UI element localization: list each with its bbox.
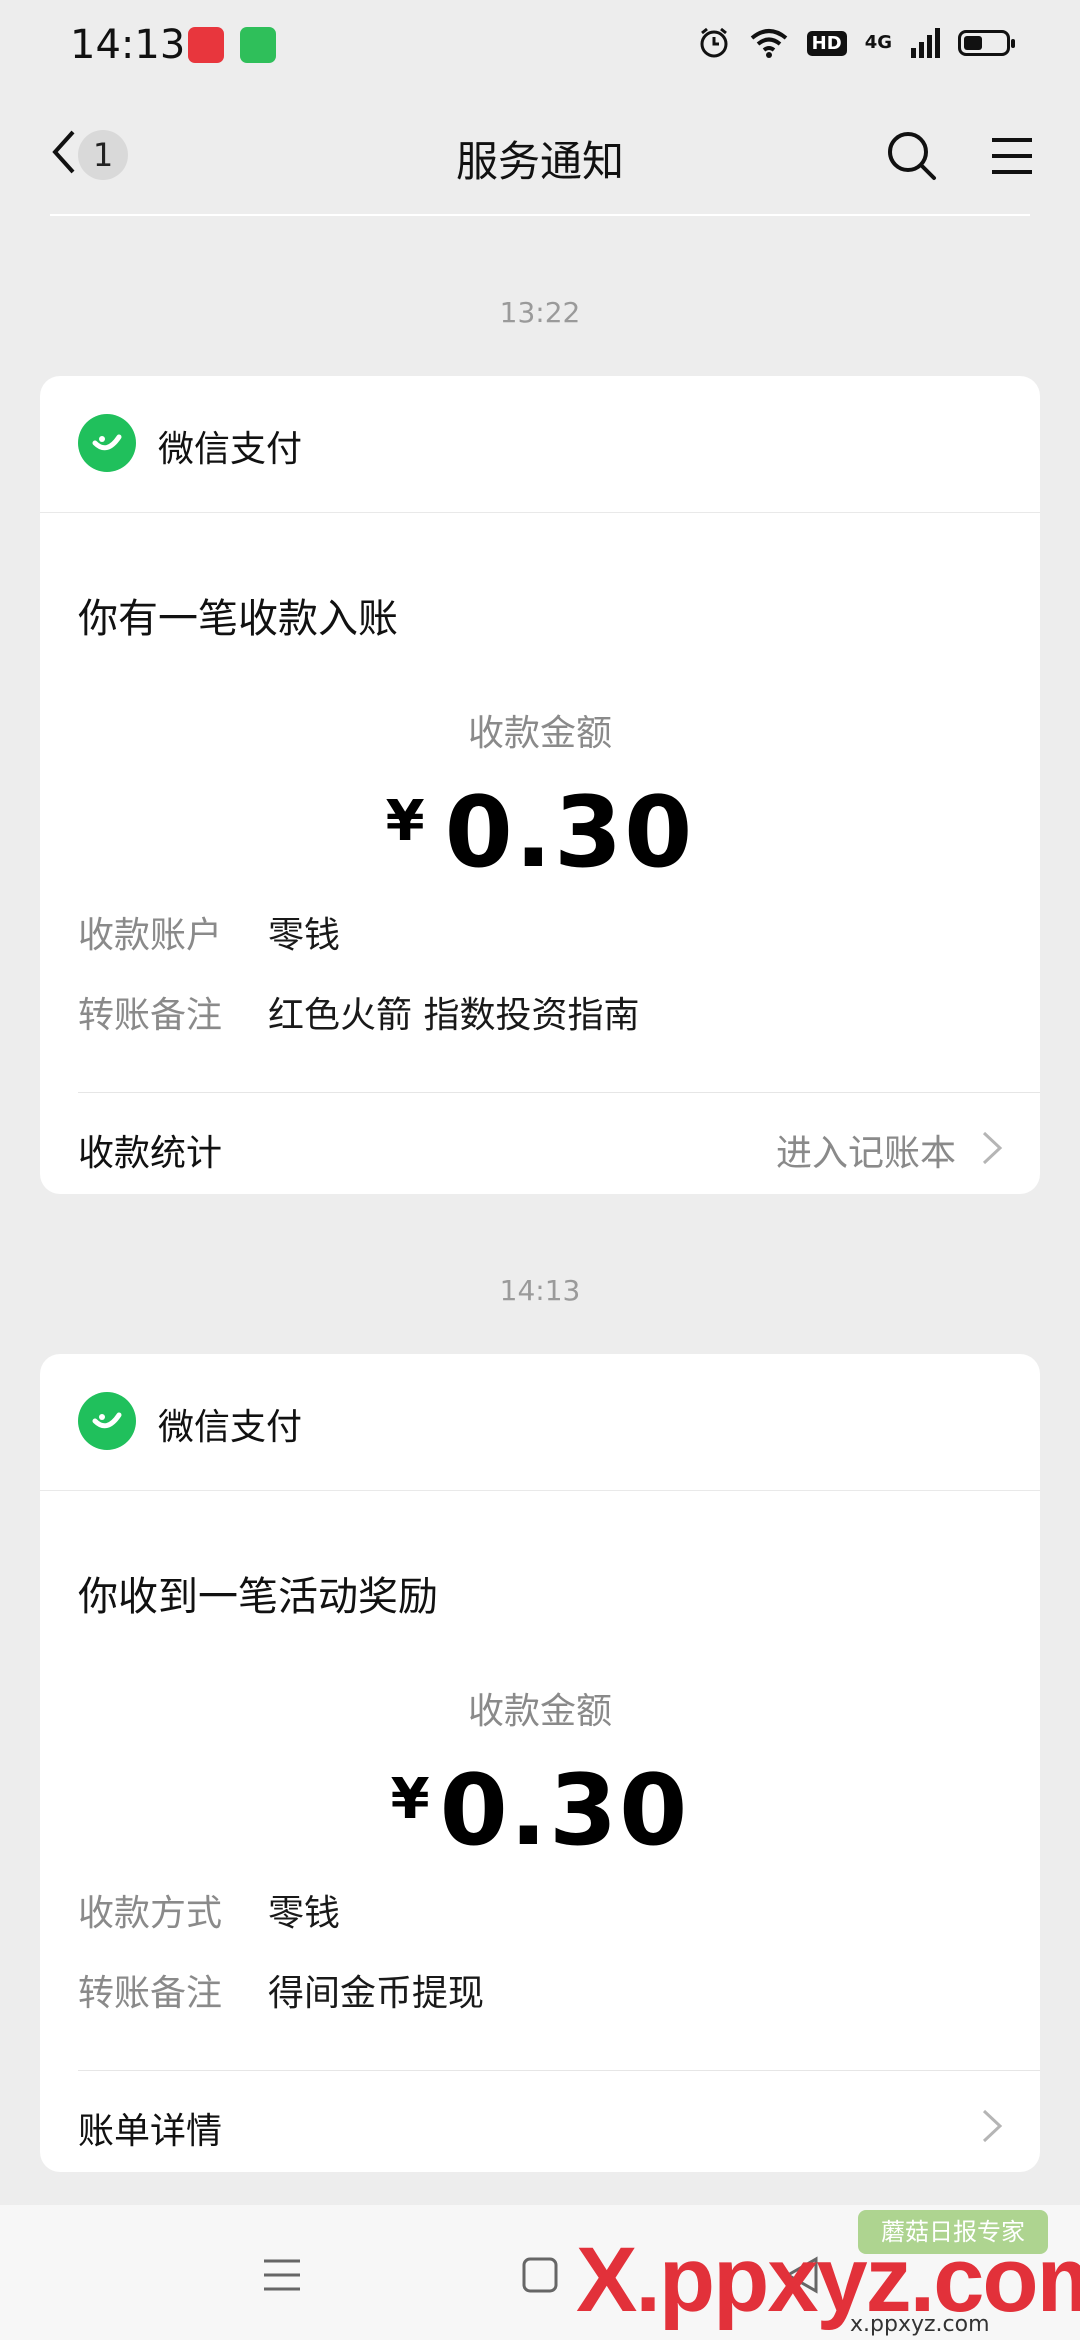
more-menu-button[interactable]: [982, 126, 1042, 186]
status-bar: 14:13 HD 4G: [0, 0, 1080, 96]
nav-bar: 1 服务通知: [0, 96, 1080, 214]
watermark-logo: X.ppxyz.com: [576, 2229, 1080, 2331]
status-indicators: HD 4G: [697, 26, 1015, 60]
network-type: 4G: [864, 32, 892, 53]
hamburger-menu-icon: [264, 2259, 300, 2291]
message-card[interactable]: 微信支付 你收到一笔活动奖励 收款金额 ¥0.30 收款方式 零钱 转账备注 得…: [40, 1354, 1040, 2172]
recent-apps-button[interactable]: [252, 2245, 312, 2305]
card-header[interactable]: 微信支付: [40, 1354, 1040, 1491]
amount-number: 0.30: [439, 1754, 690, 1868]
brand-name: 微信支付: [158, 1407, 303, 1448]
chevron-right-icon: [982, 2109, 1003, 2143]
watermark-url: x.ppxyz.com: [850, 2312, 990, 2337]
card-header[interactable]: 微信支付: [40, 376, 1040, 513]
bill-details-link[interactable]: 账单详情: [40, 2072, 1040, 2172]
currency-symbol: ¥: [390, 1767, 430, 1832]
message-timestamp: 13:22: [499, 296, 581, 329]
search-icon: [888, 132, 936, 180]
wechat-pay-icon: [78, 1392, 136, 1450]
amount-label: 收款金额: [467, 1691, 612, 1732]
detail-value: 零钱: [268, 915, 341, 956]
open-ledger-link[interactable]: 收款统计 进入记账本: [40, 1094, 1040, 1194]
amount-number: 0.30: [444, 776, 695, 890]
card-divider: [78, 1092, 1040, 1093]
detail-label: 转账备注: [78, 1973, 223, 2014]
home-button[interactable]: [510, 2245, 570, 2305]
status-time: 14:13: [70, 22, 186, 68]
signal-icon: [911, 28, 940, 58]
detail-label: 收款账户: [78, 915, 223, 956]
brand-name: 微信支付: [158, 429, 303, 470]
hamburger-menu-icon: [992, 138, 1032, 174]
message-card[interactable]: 微信支付 你有一笔收款入账 收款金额 ¥0.30 收款账户 零钱 转账备注 红色…: [40, 376, 1040, 1194]
detail-value: 得间金币提现: [268, 1973, 485, 2014]
hd-badge: HD: [806, 30, 847, 56]
amount-value: ¥0.30: [40, 776, 1040, 890]
detail-value: 零钱: [268, 1893, 341, 1934]
message-title: 你收到一笔活动奖励: [78, 1574, 438, 1620]
divider: [50, 214, 1030, 216]
chevron-right-icon: [982, 1131, 1003, 1165]
footer-label: 收款统计: [78, 1133, 223, 1174]
currency-symbol: ¥: [385, 789, 425, 854]
message-title: 你有一笔收款入账: [78, 596, 398, 642]
amount-value: ¥0.30: [40, 1754, 1040, 1868]
amount-label: 收款金额: [467, 713, 612, 754]
footer-label: 账单详情: [78, 2111, 223, 2152]
message-timestamp: 14:13: [499, 1274, 581, 1307]
notification-app-icon: [240, 27, 276, 63]
square-icon: [522, 2257, 558, 2293]
footer-link-text: 进入记账本: [775, 1133, 956, 1174]
card-divider: [78, 2070, 1040, 2071]
detail-label: 转账备注: [78, 995, 223, 1036]
detail-value: 红色火箭 指数投资指南: [268, 995, 640, 1036]
notification-app-icon: [188, 27, 224, 63]
search-button[interactable]: [882, 126, 942, 186]
detail-label: 收款方式: [78, 1893, 223, 1934]
battery-icon: [958, 30, 1015, 56]
alarm-icon: [700, 27, 728, 58]
wifi-icon: [750, 29, 787, 58]
wechat-pay-icon: [78, 414, 136, 472]
